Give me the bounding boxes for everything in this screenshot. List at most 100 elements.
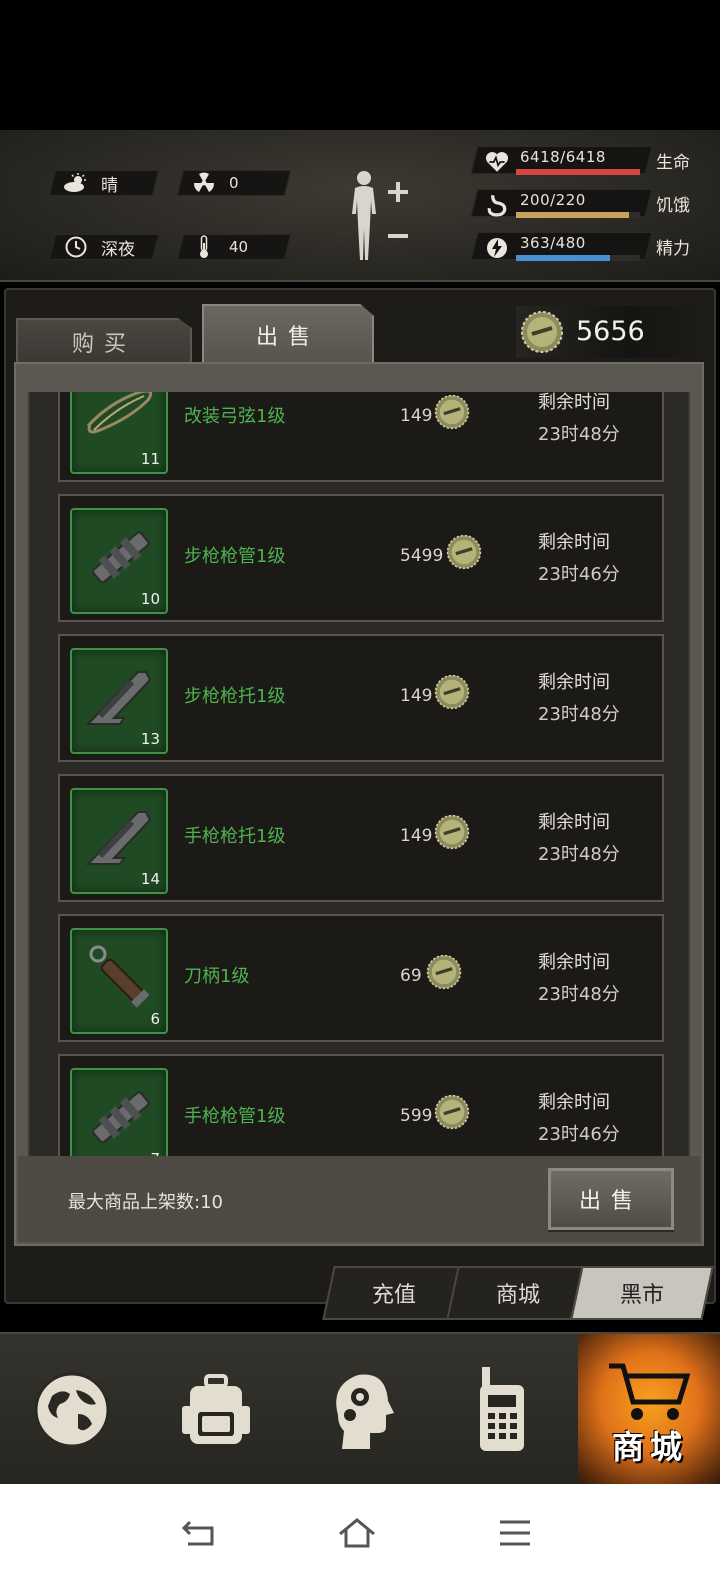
list-item[interactable]: 7 手枪枪管1级 599 剩余时间 23时46分: [58, 1054, 664, 1156]
bottle-cap-coin-icon: [434, 674, 470, 710]
item-slot: 11: [70, 392, 168, 474]
nav-skills[interactable]: [288, 1334, 432, 1486]
nav-world-map[interactable]: [0, 1334, 144, 1486]
item-slot: 10: [70, 508, 168, 614]
radiation-box: 0: [176, 170, 292, 196]
walkie-talkie-icon: [480, 1367, 524, 1451]
bowstring-icon: [86, 392, 153, 434]
bottle-cap-coin-icon: [434, 394, 470, 430]
bottle-cap-coin-icon: [521, 311, 563, 353]
rifle-barrel-icon: [92, 531, 150, 584]
health-bar: 6418/6418 生命: [470, 142, 720, 178]
top-hud: 晴 0 深夜 40 6418/6418 生命 200/220 饥饿 363/48…: [0, 130, 720, 282]
item-name: 手枪枪托1级: [184, 826, 286, 847]
list-item[interactable]: 6 刀柄1级 69 剩余时间 23时48分: [58, 914, 664, 1042]
tab-black-market[interactable]: 黑市: [570, 1266, 714, 1320]
time-remaining-value: 23时48分: [538, 424, 620, 445]
currency-display: 5656: [516, 306, 706, 358]
bottom-nav: 商城: [0, 1332, 720, 1486]
thermometer-icon: [191, 235, 217, 258]
time-remaining-value: 23时48分: [538, 984, 620, 1005]
shopping-cart-icon: [609, 1363, 691, 1420]
item-slot: 7: [70, 1068, 168, 1156]
nav-shop[interactable]: 商城: [578, 1334, 720, 1486]
item-slot: 14: [70, 788, 168, 894]
tab-mall[interactable]: 商城: [446, 1266, 590, 1320]
nav-backpack[interactable]: [144, 1334, 288, 1486]
temperature-box: 40: [176, 234, 292, 260]
energy-fill: [516, 255, 611, 261]
globe-icon: [34, 1372, 110, 1448]
list-item[interactable]: 13 步枪枪托1级 149 剩余时间 23时48分: [58, 634, 664, 762]
system-nav-bar: [0, 1484, 720, 1584]
item-price: 599: [400, 1106, 433, 1126]
character-status-button[interactable]: [344, 166, 414, 266]
time-remaining-value: 23时46分: [538, 564, 620, 585]
backpack-icon: [182, 1374, 250, 1444]
item-price: 149: [400, 686, 433, 706]
item-name: 刀柄1级: [184, 966, 250, 987]
home-icon[interactable]: [332, 1508, 382, 1558]
bottle-cap-coin-icon: [434, 1094, 470, 1130]
stomach-icon: [487, 195, 507, 217]
clock-icon: [63, 236, 89, 258]
sell-button[interactable]: 出售: [548, 1168, 674, 1230]
list-item[interactable]: 14 手枪枪托1级 149 剩余时间 23时48分: [58, 774, 664, 902]
tab-sell[interactable]: 出售: [202, 304, 374, 364]
pistol-stock-icon: [85, 811, 152, 865]
item-price: 149: [400, 406, 433, 426]
nav-radio[interactable]: [432, 1334, 576, 1486]
time-remaining-label: 剩余时间: [538, 952, 610, 973]
temperature-value: 40: [229, 238, 249, 256]
time-remaining-label: 剩余时间: [538, 532, 610, 553]
item-price: 149: [400, 826, 433, 846]
health-fill: [516, 169, 640, 175]
list-item[interactable]: 11 改装弓弦1级 149 剩余时间 23时48分: [58, 392, 664, 482]
time-remaining-label: 剩余时间: [538, 392, 610, 413]
bottle-cap-coin-icon: [446, 534, 482, 570]
item-price: 5499: [400, 546, 444, 566]
bottle-cap-coin-icon: [426, 954, 462, 990]
item-price: 69: [400, 966, 422, 986]
time-of-day-text: 深夜: [101, 239, 135, 260]
sell-list-frame: 11 改装弓弦1级 149 剩余时间 23时48分 10 步枪枪管1级 5499…: [14, 362, 704, 1246]
time-remaining-value: 23时46分: [538, 1124, 620, 1145]
body-figure-icon: [352, 171, 408, 260]
time-remaining-value: 23时48分: [538, 844, 620, 865]
hunger-bar: 200/220 饥饿: [470, 185, 720, 221]
heart-icon: [485, 152, 509, 172]
menu-icon[interactable]: [490, 1508, 540, 1558]
tab-recharge[interactable]: 充值: [322, 1266, 466, 1320]
currency-amount: 5656: [576, 316, 645, 347]
time-box: 深夜: [48, 234, 160, 260]
head-gears-icon: [336, 1374, 394, 1449]
radiation-icon: [191, 172, 217, 193]
list-item[interactable]: 10 步枪枪管1级 5499 剩余时间 23时46分: [58, 494, 664, 622]
weather-icon: [63, 173, 89, 193]
item-list[interactable]: 11 改装弓弦1级 149 剩余时间 23时48分 10 步枪枪管1级 5499…: [28, 392, 690, 1156]
hunger-fill: [516, 212, 629, 218]
shop-tabs: 充值 商城 黑市: [322, 1266, 714, 1322]
item-name: 步枪枪托1级: [184, 686, 286, 707]
back-icon[interactable]: [174, 1508, 224, 1558]
shop-label: 商城: [611, 1428, 688, 1466]
time-remaining-label: 剩余时间: [538, 672, 610, 693]
time-remaining-label: 剩余时间: [538, 812, 610, 833]
sell-footer: 最大商品上架数:10 出售: [18, 1156, 700, 1242]
weather-text: 晴: [101, 175, 118, 196]
item-name: 手枪枪管1级: [184, 1106, 286, 1127]
rifle-stock-icon: [85, 671, 152, 725]
tab-buy[interactable]: 购买: [16, 318, 192, 364]
energy-icon: [487, 238, 507, 258]
energy-bar: 363/480 精力: [470, 228, 720, 264]
item-slot: 6: [70, 928, 168, 1034]
pistol-barrel-icon: [92, 1091, 150, 1144]
max-items-text: 最大商品上架数:10: [68, 1192, 223, 1213]
knife-handle-icon: [89, 945, 150, 1008]
status-bar-area: [0, 0, 720, 130]
time-remaining-label: 剩余时间: [538, 1092, 610, 1113]
market-panel: 购买 出售 5656 11 改装弓弦1级 149 剩余时间 23时48分 10 …: [4, 288, 716, 1320]
time-remaining-value: 23时48分: [538, 704, 620, 725]
item-name: 步枪枪管1级: [184, 546, 286, 567]
item-name: 改装弓弦1级: [184, 406, 286, 427]
